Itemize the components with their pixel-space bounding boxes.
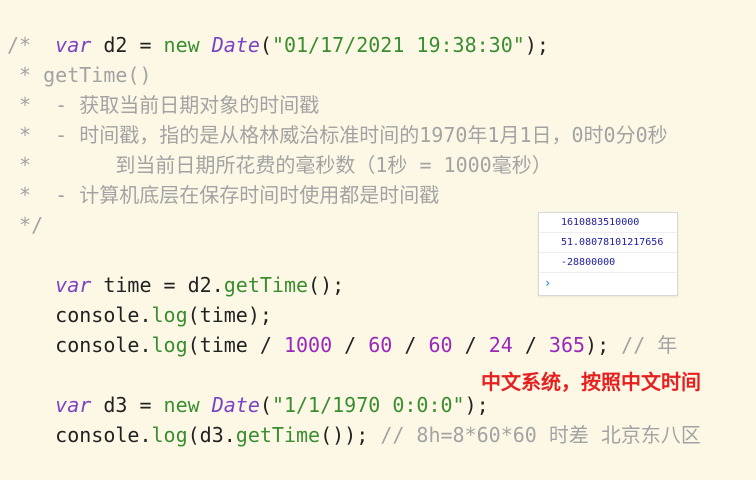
chevron-right-icon: ›	[544, 276, 552, 290]
code-line-1: var d2 = new Date("01/17/2021 19:38:30")…	[7, 0, 549, 57]
code-line-10: console.log(time);	[7, 270, 272, 327]
number-literal: 60	[368, 333, 393, 357]
comment-line: * - 获取当前日期对象的时间戳	[7, 93, 320, 117]
method-gettime: getTime	[235, 423, 321, 447]
method-log: log	[151, 423, 188, 447]
number-literal: 365	[548, 333, 586, 357]
comment-line: */	[7, 213, 44, 237]
inline-comment: // 年	[621, 333, 678, 357]
method-log: log	[151, 333, 188, 357]
code-text: /	[452, 333, 489, 357]
inline-comment: // 8h=8*60*60 时差 北京东八区	[380, 423, 701, 447]
code-text: /	[332, 333, 369, 357]
code-line-11: console.log(time / 1000 / 60 / 60 / 24 /…	[7, 300, 677, 357]
console-output-row[interactable]: 51.08078101217656	[539, 233, 677, 253]
console-prompt-input[interactable]: ›	[539, 273, 677, 295]
comment-line: /*	[7, 33, 32, 57]
code-text: /	[392, 333, 429, 357]
code-editor-screen: { "code": { "l1": ["var", " d2 = ", "new…	[0, 0, 756, 447]
comment-line: * - 计算机底层在保存时间时使用都是时间戳	[7, 183, 440, 207]
code-text: (	[259, 33, 272, 57]
code-text: (time /	[187, 333, 284, 357]
comment-line: * 到当前日期所花费的毫秒数（1秒 = 1000毫秒）	[7, 153, 552, 177]
red-annotation: 中文系统，按照中文时间	[481, 370, 701, 394]
code-text: /	[512, 333, 549, 357]
code-text: ();	[308, 273, 345, 297]
console-output-row[interactable]: -28800000	[539, 253, 677, 273]
code-text: d2 =	[91, 33, 164, 57]
console-output-row[interactable]: 1610883510000	[539, 213, 677, 233]
number-literal: 60	[428, 333, 453, 357]
code-line-13: var d3 = new Date("1/1/1970 0:0:0");	[7, 360, 489, 417]
comment-line: * getTime()	[7, 63, 152, 87]
code-text: );	[585, 333, 622, 357]
console-popup: 1610883510000 51.08078101217656 -2880000…	[538, 212, 678, 296]
code-line-9: var time = d2.getTime();	[7, 240, 344, 297]
number-literal: 24	[488, 333, 513, 357]
keyword-new: new	[163, 33, 200, 57]
code-text: (d3.	[187, 423, 236, 447]
comment-line: * - 时间戳，指的是从格林威治标准时间的1970年1月1日，0时0分0秒	[7, 123, 668, 147]
number-literal: 1000	[283, 333, 333, 357]
code-text: ());	[320, 423, 381, 447]
string-literal: "01/17/2021 19:38:30"	[271, 33, 525, 57]
keyword-var: var	[55, 33, 92, 57]
class-date: Date	[211, 33, 260, 57]
code-text: console.	[55, 333, 152, 357]
code-text: );	[524, 33, 549, 57]
code-text: console.	[55, 423, 152, 447]
